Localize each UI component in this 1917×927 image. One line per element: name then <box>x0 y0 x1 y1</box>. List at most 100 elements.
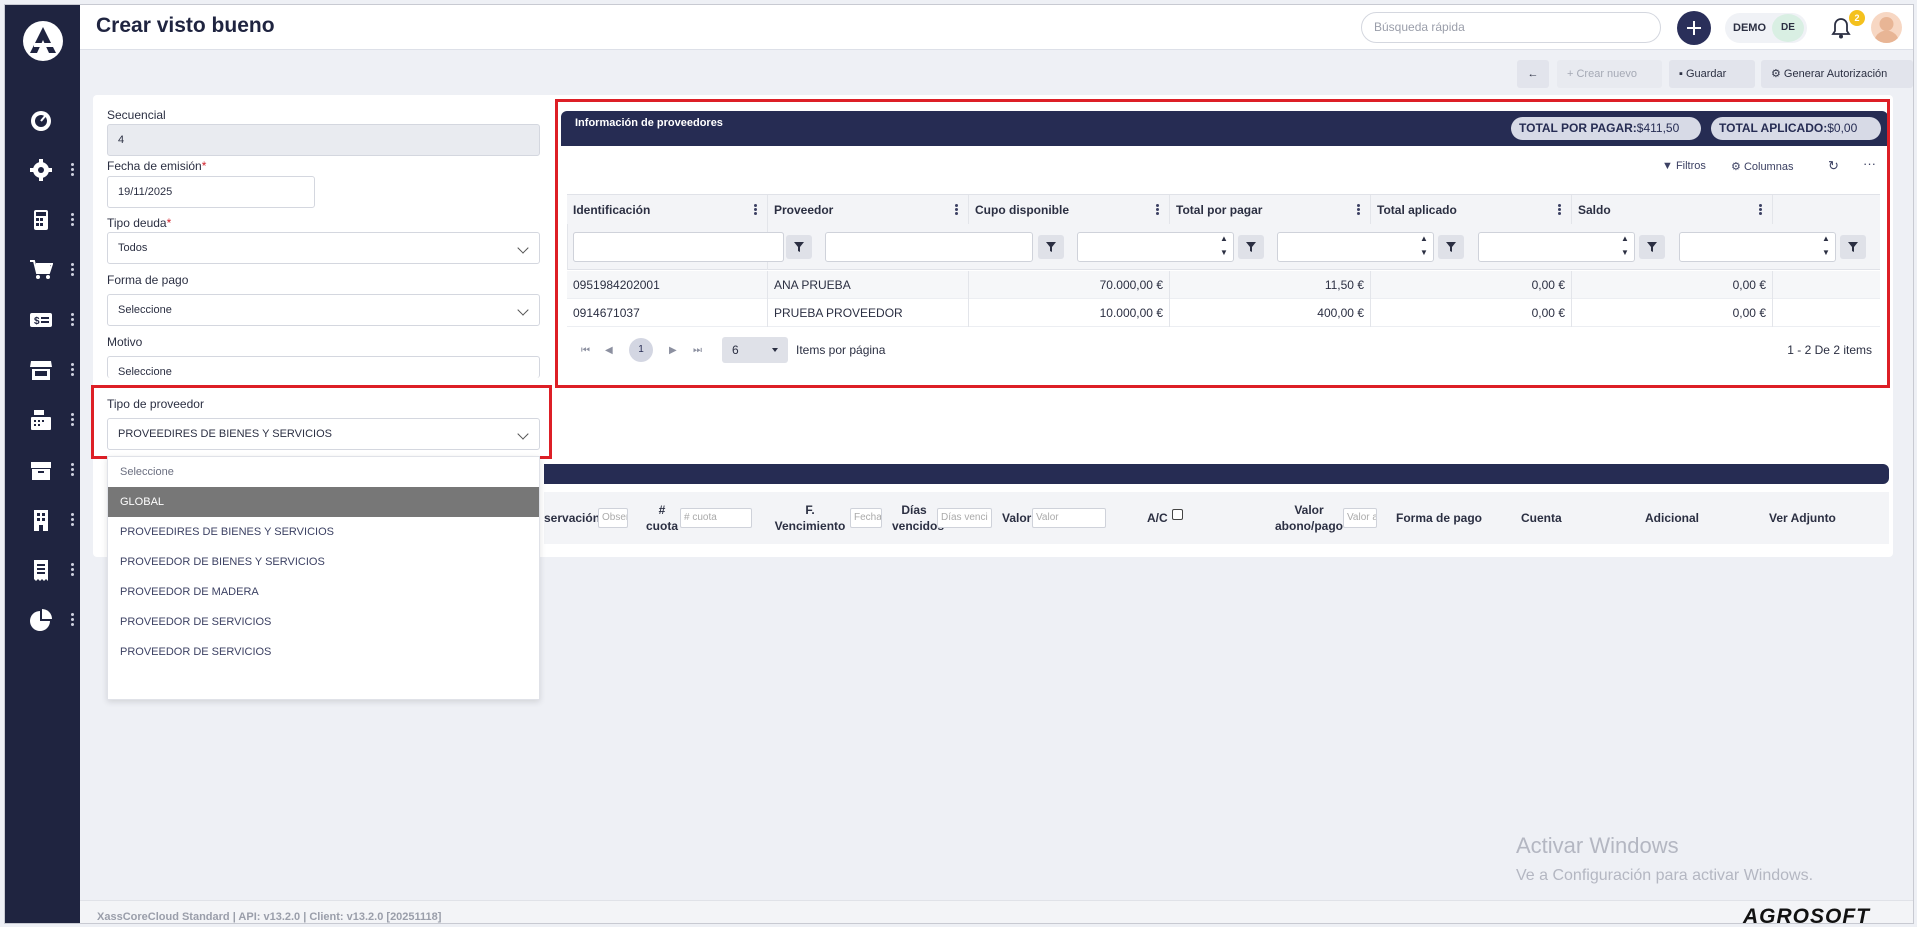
sidebar-more-icon[interactable] <box>71 363 74 377</box>
days-filter-input[interactable]: Días venci <box>937 508 992 528</box>
new-button[interactable]: + Crear nuevo <box>1557 60 1662 88</box>
app-logo[interactable] <box>23 21 63 61</box>
payment-label: Forma de pago <box>107 273 189 287</box>
reason-label: Motivo <box>107 335 143 349</box>
detail-table-header: servación Obser # cuota # cuota F. Venci… <box>544 492 1889 544</box>
sidebar-more-icon[interactable] <box>71 513 74 527</box>
date-label: Fecha de emisión* <box>107 159 207 173</box>
highlight-providers-panel <box>555 99 1890 388</box>
dropdown-option[interactable]: GLOBAL <box>108 487 539 517</box>
back-button[interactable]: ← <box>1517 60 1549 88</box>
building-icon <box>34 510 48 531</box>
sidebar-more-icon[interactable] <box>71 563 74 577</box>
days-overdue-header: Días vencidos <box>892 503 945 533</box>
highlight-provider-type <box>91 385 552 459</box>
sequence-field: 4 <box>107 124 540 156</box>
generate-authorization-button[interactable]: ⚙ Generar Autorización <box>1761 60 1913 88</box>
attachment-header: Ver Adjunto <box>1769 511 1836 525</box>
sidebar-more-icon[interactable] <box>71 463 74 477</box>
sidebar-item-receipts[interactable] <box>5 549 80 589</box>
cart-icon <box>30 260 53 279</box>
dropdown-option[interactable]: PROVEEDOR DE SERVICIOS <box>108 607 539 637</box>
sidebar-more-icon[interactable] <box>71 313 74 327</box>
receipt-icon <box>34 560 48 581</box>
version-info: XassCoreCloud Standard | API: v13.2.0 | … <box>97 911 442 923</box>
reason-select[interactable]: Seleccione <box>107 356 540 378</box>
observation-header: servación <box>544 511 601 525</box>
sidebar-more-icon[interactable] <box>71 263 74 277</box>
detail-section-header <box>544 464 1889 484</box>
authorize-button-label: Generar Autorización <box>1783 68 1888 80</box>
gear-icon <box>30 159 52 181</box>
additional-header: Adicional <box>1645 511 1700 525</box>
quota-header: # cuota <box>645 503 678 533</box>
save-button-label: Guardar <box>1685 68 1727 80</box>
app-frame: $ Crear visto bueno Búsqueda rápida DEMO… <box>4 4 1914 924</box>
sidebar-item-finance[interactable]: $ <box>5 299 80 339</box>
sidebar-more-icon[interactable] <box>71 613 74 627</box>
action-bar: ← + Crear nuevo ▪ Guardar ⚙ Generar Auto… <box>80 50 1913 88</box>
sidebar: $ <box>5 5 80 923</box>
dropdown-option[interactable]: PROVEEDOR DE BIENES Y SERVICIOS <box>108 547 539 577</box>
dashboard-icon <box>31 111 51 131</box>
sidebar-item-store[interactable] <box>5 349 80 389</box>
page-title: Crear visto bueno <box>96 14 275 37</box>
sidebar-item-reports[interactable] <box>5 599 80 639</box>
windows-activation-title: Activar Windows <box>1516 833 1679 858</box>
ac-header: A/C <box>1147 511 1168 525</box>
sidebar-item-sales[interactable] <box>5 249 80 289</box>
value-header: Valor <box>1002 511 1032 525</box>
chevron-down-icon <box>517 242 529 254</box>
date-field[interactable]: 19/11/2025 <box>107 176 315 208</box>
company-code: DEMO <box>1733 22 1766 34</box>
dropdown-option[interactable]: Seleccione <box>108 457 539 487</box>
dropdown-option[interactable]: PROVEEDOR DE MADERA <box>108 577 539 607</box>
debt-type-select[interactable]: Todos <box>107 232 540 264</box>
svg-text:$: $ <box>34 316 40 327</box>
top-bar: Crear visto bueno Búsqueda rápida DEMO D… <box>80 5 1913 50</box>
quota-filter-input[interactable]: # cuota <box>680 508 752 528</box>
key-icon: ⚙ <box>1771 68 1784 80</box>
pie-chart-icon <box>30 609 52 631</box>
dropdown-option[interactable]: PROVEEDOR DE SERVICIOS <box>108 637 539 667</box>
cash-register-icon <box>31 410 51 430</box>
payment-select[interactable]: Seleccione <box>107 294 540 326</box>
account-header: Cuenta <box>1521 511 1562 525</box>
payment-method-header: Forma de pago <box>1396 511 1483 525</box>
dropdown-option[interactable]: PROVEEDIRES DE BIENES Y SERVICIOS <box>108 517 539 547</box>
payment-value-header: Valor abono/pago <box>1275 503 1343 533</box>
sidebar-item-pos[interactable] <box>5 399 80 439</box>
sidebar-item-dashboard[interactable] <box>5 99 80 139</box>
search-input[interactable]: Búsqueda rápida <box>1361 12 1661 43</box>
footer: XassCoreCloud Standard | API: v13.2.0 | … <box>80 900 1913 924</box>
sidebar-more-icon[interactable] <box>71 213 74 227</box>
box-icon <box>31 462 51 480</box>
payment-value-filter-input[interactable]: Valor a <box>1343 508 1377 528</box>
debt-type-label: Tipo deuda* <box>107 216 172 230</box>
save-button[interactable]: ▪ Guardar <box>1669 60 1755 88</box>
sidebar-item-accounting[interactable] <box>5 199 80 239</box>
company-selector[interactable]: DEMO DE <box>1725 13 1807 43</box>
quick-add-button[interactable] <box>1677 11 1711 45</box>
brand-logo: AGROSOFT <box>1743 905 1870 924</box>
sequence-label: Secuencial <box>107 108 166 122</box>
due-date-header: F. Vencimiento <box>774 503 846 533</box>
money-icon: $ <box>30 313 52 327</box>
company-badge: DE <box>1772 14 1804 42</box>
observation-filter-input[interactable]: Obser <box>598 508 628 528</box>
notification-count: 2 <box>1849 10 1865 26</box>
sidebar-item-company[interactable] <box>5 499 80 539</box>
avatar[interactable] <box>1871 12 1902 43</box>
value-filter-input[interactable]: Valor <box>1032 508 1106 528</box>
store-icon <box>30 361 52 380</box>
sidebar-more-icon[interactable] <box>71 413 74 427</box>
sidebar-item-inventory[interactable] <box>5 449 80 489</box>
ac-checkbox[interactable] <box>1172 509 1183 520</box>
due-date-filter-input[interactable]: Fecha <box>850 508 882 528</box>
bell-icon[interactable] <box>1831 17 1851 39</box>
calculator-icon <box>34 210 48 230</box>
windows-activation-subtitle: Ve a Configuración para activar Windows. <box>1516 867 1814 884</box>
new-button-label: Crear nuevo <box>1576 68 1638 80</box>
sidebar-more-icon[interactable] <box>71 163 74 177</box>
sidebar-item-settings[interactable] <box>5 149 80 189</box>
